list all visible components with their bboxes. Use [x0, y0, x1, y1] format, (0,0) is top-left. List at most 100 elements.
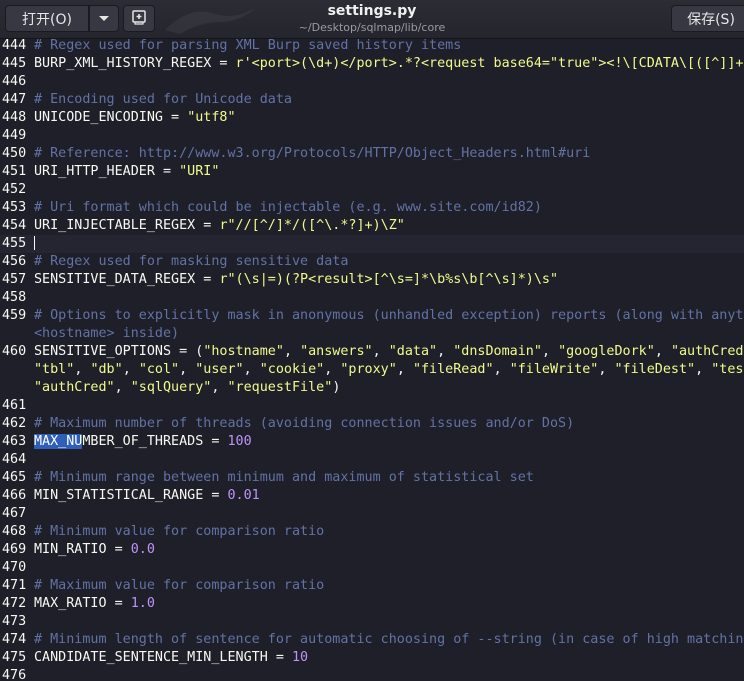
code-token: BURP_XML_HISTORY_REGEX =	[34, 56, 236, 71]
code-token: ,	[437, 344, 454, 359]
code-line-476[interactable]: 476	[0, 667, 744, 681]
line-number: 448	[2, 110, 27, 125]
code-line-475[interactable]: 475 CANDIDATE_SENTENCE_MIN_LENGTH = 10	[0, 649, 744, 667]
code-string: "tbl"	[34, 362, 75, 377]
code-comment: # Regex used for masking sensitive data	[34, 254, 349, 269]
line-number: 459	[2, 308, 27, 323]
code-line-445[interactable]: 445 BURP_XML_HISTORY_REGEX = r'<port>(\d+…	[0, 55, 744, 73]
code-string: "sqlQuery"	[130, 380, 212, 395]
code-string: "dnsDomain"	[453, 344, 542, 359]
line-number: 451	[2, 164, 27, 179]
line-number: 453	[2, 200, 27, 215]
code-line-456[interactable]: 456 # Regex used for masking sensitive da…	[0, 253, 744, 271]
code-line-470[interactable]: 470	[0, 559, 744, 577]
code-line-460[interactable]: 460 SENSITIVE_OPTIONS = ("hostname", "ans…	[0, 343, 744, 361]
code-line-continuation[interactable]: "authCred", "sqlQuery", "requestFile")	[0, 379, 744, 397]
code-token: ,	[283, 344, 301, 359]
code-line-444[interactable]: 444 # Regex used for parsing XML Burp sav…	[0, 39, 744, 55]
code-number: 1.0	[130, 596, 155, 611]
code-line-continuation[interactable]: <hostname> inside)	[0, 325, 744, 343]
code-string: "authCred"	[670, 344, 744, 359]
code-line-450[interactable]: 450 # Reference: http://www.w3.org/Protoc…	[0, 145, 744, 163]
code-line-458[interactable]: 458	[0, 289, 744, 307]
code-line-448[interactable]: 448 UNICODE_ENCODING = "utf8"	[0, 109, 744, 127]
code-comment: <hostname> inside)	[34, 326, 180, 341]
header-bar: 打开(O) settings.py ~/Desktop/sqlmap/lib/c…	[0, 0, 744, 39]
code-line-465[interactable]: 465 # Minimum range between minimum and m…	[0, 469, 744, 487]
code-line-474[interactable]: 474 # Minimum length of sentence for auto…	[0, 631, 744, 649]
line-number: 450	[2, 146, 27, 161]
code-string: "user"	[195, 362, 244, 377]
code-line-454[interactable]: 454 URI_INJECTABLE_REGEX = r"//[^/]*/([^\…	[0, 217, 744, 235]
code-string: "authCred"	[34, 380, 115, 395]
line-number: 476	[2, 668, 27, 681]
code-line-451[interactable]: 451 URI_HTTP_HEADER = "URI"	[0, 163, 744, 181]
line-number: 460	[2, 344, 27, 359]
line-number: 462	[2, 416, 27, 431]
code-string: r"//[^/]*/([^\.*?]+)\Z"	[219, 218, 405, 233]
code-token: ,	[372, 344, 389, 359]
code-comment: # Maximum number of threads (avoiding co…	[34, 416, 575, 431]
code-line-472[interactable]: 472 MAX_RATIO = 1.0	[0, 595, 744, 613]
code-string: "requestFile"	[227, 380, 333, 395]
code-line-466[interactable]: 466 MIN_STATISTICAL_RANGE = 0.01	[0, 487, 744, 505]
line-number: 472	[2, 596, 27, 611]
code-line-471[interactable]: 471 # Maximum value for comparison ratio	[0, 577, 744, 595]
code-line-467[interactable]: 467	[0, 505, 744, 523]
line-number: 465	[2, 470, 27, 485]
code-token: )	[332, 380, 341, 395]
code-string: "cookie"	[259, 362, 325, 377]
line-number: 471	[2, 578, 27, 593]
line-number: 473	[2, 614, 27, 629]
code-line-457[interactable]: 457 SENSITIVE_DATA_REGEX = r"(\s|=)(?P<re…	[0, 271, 744, 289]
code-line-455[interactable]: 455	[0, 235, 744, 253]
code-token: MBER_OF_THREADS =	[82, 434, 228, 449]
document-title: settings.py	[327, 3, 417, 19]
code-string: r"(\s|=)(?P<result>[^\s=]*\b%s\b[^\s]*)\…	[219, 272, 559, 287]
code-line-453[interactable]: 453 # Uri format which could be injectabl…	[0, 199, 744, 217]
code-line-463[interactable]: 463 MAX_NUMBER_OF_THREADS = 100	[0, 433, 744, 451]
code-token: ,	[114, 380, 131, 395]
code-token: ,	[598, 362, 615, 377]
save-button[interactable]: 保存(S)	[671, 5, 744, 32]
code-string: "test	[711, 362, 744, 377]
code-comment: # Minimum value for comparison ratio	[34, 524, 325, 539]
line-number: 454	[2, 218, 27, 233]
code-token: UNICODE_ENCODING =	[34, 110, 188, 125]
code-line-464[interactable]: 464	[0, 451, 744, 469]
code-comment: # Minimum length of sentence for automat…	[34, 632, 744, 647]
code-string: "googleDork"	[558, 344, 655, 359]
line-number: 470	[2, 560, 27, 575]
code-string: "data"	[388, 344, 438, 359]
code-string: "answers"	[300, 344, 373, 359]
code-token: ,	[396, 362, 413, 377]
code-token: ,	[211, 380, 228, 395]
code-number: 0.0	[130, 542, 155, 557]
code-line-461[interactable]: 461	[0, 397, 744, 415]
code-string: "hostname"	[203, 344, 284, 359]
code-token: MIN_STATISTICAL_RANGE =	[34, 488, 228, 503]
code-line-446[interactable]: 446	[0, 73, 744, 91]
code-line-447[interactable]: 447 # Encoding used for Unicode data	[0, 91, 744, 109]
line-number: 474	[2, 632, 27, 647]
code-line-449[interactable]: 449	[0, 127, 744, 145]
code-line-469[interactable]: 469 MIN_RATIO = 0.0	[0, 541, 744, 559]
code-line-473[interactable]: 473	[0, 613, 744, 631]
code-line-459[interactable]: 459 # Options to explicitly mask in anony…	[0, 307, 744, 325]
line-number: 468	[2, 524, 27, 539]
code-line-468[interactable]: 468 # Minimum value for comparison ratio	[0, 523, 744, 541]
code-line-452[interactable]: 452	[0, 181, 744, 199]
code-comment: # Maximum value for comparison ratio	[34, 578, 325, 593]
code-comment: # Regex used for parsing XML Burp saved …	[34, 39, 462, 53]
code-string: "col"	[138, 362, 180, 377]
line-number: 458	[2, 290, 27, 305]
line-number: 466	[2, 488, 27, 503]
code-line-continuation[interactable]: "tbl", "db", "col", "user", "cookie", "p…	[0, 361, 744, 379]
code-line-462[interactable]: 462 # Maximum number of threads (avoiding…	[0, 415, 744, 433]
code-token: URI_INJECTABLE_REGEX =	[34, 218, 220, 233]
code-editor[interactable]: 444 # Regex used for parsing XML Burp sav…	[0, 39, 744, 681]
code-token: MAX_RATIO =	[34, 596, 131, 611]
text-selection: MAX_NU	[34, 434, 83, 449]
code-number: 10	[291, 650, 309, 665]
code-token: SENSITIVE_OPTIONS = (	[34, 344, 204, 359]
